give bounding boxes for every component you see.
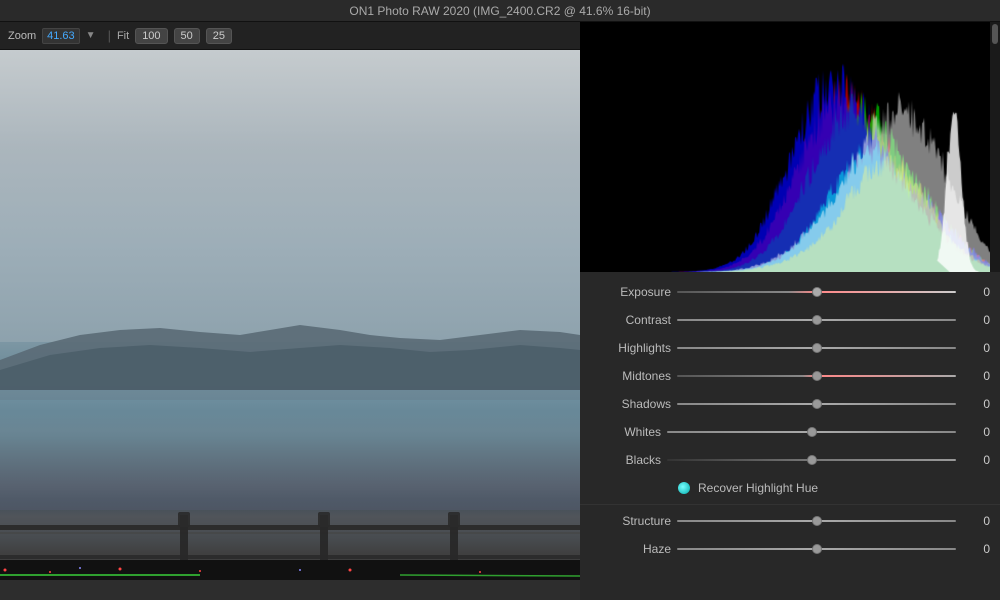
structure-thumb [812, 516, 822, 526]
blacks-value: 0 [962, 453, 990, 467]
contrast-label: Contrast [596, 313, 671, 327]
zoom-50-button[interactable]: 50 [174, 28, 200, 44]
structure-slider[interactable] [677, 513, 956, 529]
exposure-label: Exposure [596, 285, 671, 299]
whites-slider[interactable] [667, 424, 956, 440]
main-layout: Zoom 41.63 ▼ | Fit 100 50 25 [0, 22, 1000, 600]
whites-value: 0 [962, 425, 990, 439]
mountain-layer [0, 280, 580, 400]
exposure-thumb [812, 287, 822, 297]
midtones-row: Midtones 0 [580, 362, 1000, 390]
structure-row: Structure 0 [580, 507, 1000, 535]
haze-value: 0 [962, 542, 990, 556]
window-title: ON1 Photo RAW 2020 (IMG_2400.CR2 @ 41.6%… [349, 4, 650, 18]
fit-label: Fit [117, 30, 129, 42]
whites-label: Whites [596, 425, 661, 439]
highlights-slider[interactable] [677, 340, 956, 356]
highlights-value: 0 [962, 341, 990, 355]
contrast-slider[interactable] [677, 312, 956, 328]
exposure-row: Exposure 0 [580, 278, 1000, 306]
histogram-canvas [580, 22, 1000, 272]
whites-row: Whites 0 [580, 418, 1000, 446]
haze-row: Haze 0 [580, 535, 1000, 563]
exposure-value: 0 [962, 285, 990, 299]
contrast-row: Contrast 0 [580, 306, 1000, 334]
zoom-value[interactable]: 41.63 [42, 28, 80, 44]
photo-background [0, 50, 580, 580]
midtones-value: 0 [962, 369, 990, 383]
midtones-label: Midtones [596, 369, 671, 383]
controls-panel: Exposure 0 Contrast 0 Highlights [580, 272, 1000, 600]
haze-label: Haze [596, 542, 671, 556]
midtones-thumb [812, 371, 822, 381]
structure-label: Structure [596, 514, 671, 528]
zoom-dropdown-icon[interactable]: ▼ [86, 30, 96, 41]
recover-label[interactable]: Recover Highlight Hue [698, 481, 818, 495]
blacks-label: Blacks [596, 453, 661, 467]
color-fringe [0, 560, 580, 580]
haze-thumb [812, 544, 822, 554]
whites-thumb [807, 427, 817, 437]
zoom-label: Zoom [8, 30, 36, 42]
highlights-thumb [812, 343, 822, 353]
blacks-row: Blacks 0 [580, 446, 1000, 474]
midtones-slider[interactable] [677, 368, 956, 384]
structure-value: 0 [962, 514, 990, 528]
title-bar: ON1 Photo RAW 2020 (IMG_2400.CR2 @ 41.6%… [0, 0, 1000, 22]
water-layer [0, 390, 580, 510]
blacks-thumb [807, 455, 817, 465]
shadows-row: Shadows 0 [580, 390, 1000, 418]
scroll-indicator[interactable] [990, 22, 1000, 272]
blacks-slider[interactable] [667, 452, 956, 468]
exposure-slider[interactable] [677, 284, 956, 300]
separator [580, 504, 1000, 505]
toolbar: Zoom 41.63 ▼ | Fit 100 50 25 [0, 22, 580, 50]
recover-row: Recover Highlight Hue [580, 474, 1000, 502]
zoom-25-button[interactable]: 25 [206, 28, 232, 44]
contrast-thumb [812, 315, 822, 325]
recover-dot-icon [678, 482, 690, 494]
contrast-value: 0 [962, 313, 990, 327]
shadows-label: Shadows [596, 397, 671, 411]
shadows-slider[interactable] [677, 396, 956, 412]
highlights-label: Highlights [596, 341, 671, 355]
shadows-thumb [812, 399, 822, 409]
histogram [580, 22, 1000, 272]
shadows-value: 0 [962, 397, 990, 411]
right-panel: Exposure 0 Contrast 0 Highlights [580, 22, 1000, 600]
photo-area: Zoom 41.63 ▼ | Fit 100 50 25 [0, 22, 580, 600]
highlights-row: Highlights 0 [580, 334, 1000, 362]
photo-canvas [0, 50, 580, 580]
scroll-thumb [992, 24, 998, 44]
zoom-100-button[interactable]: 100 [135, 28, 167, 44]
haze-slider[interactable] [677, 541, 956, 557]
